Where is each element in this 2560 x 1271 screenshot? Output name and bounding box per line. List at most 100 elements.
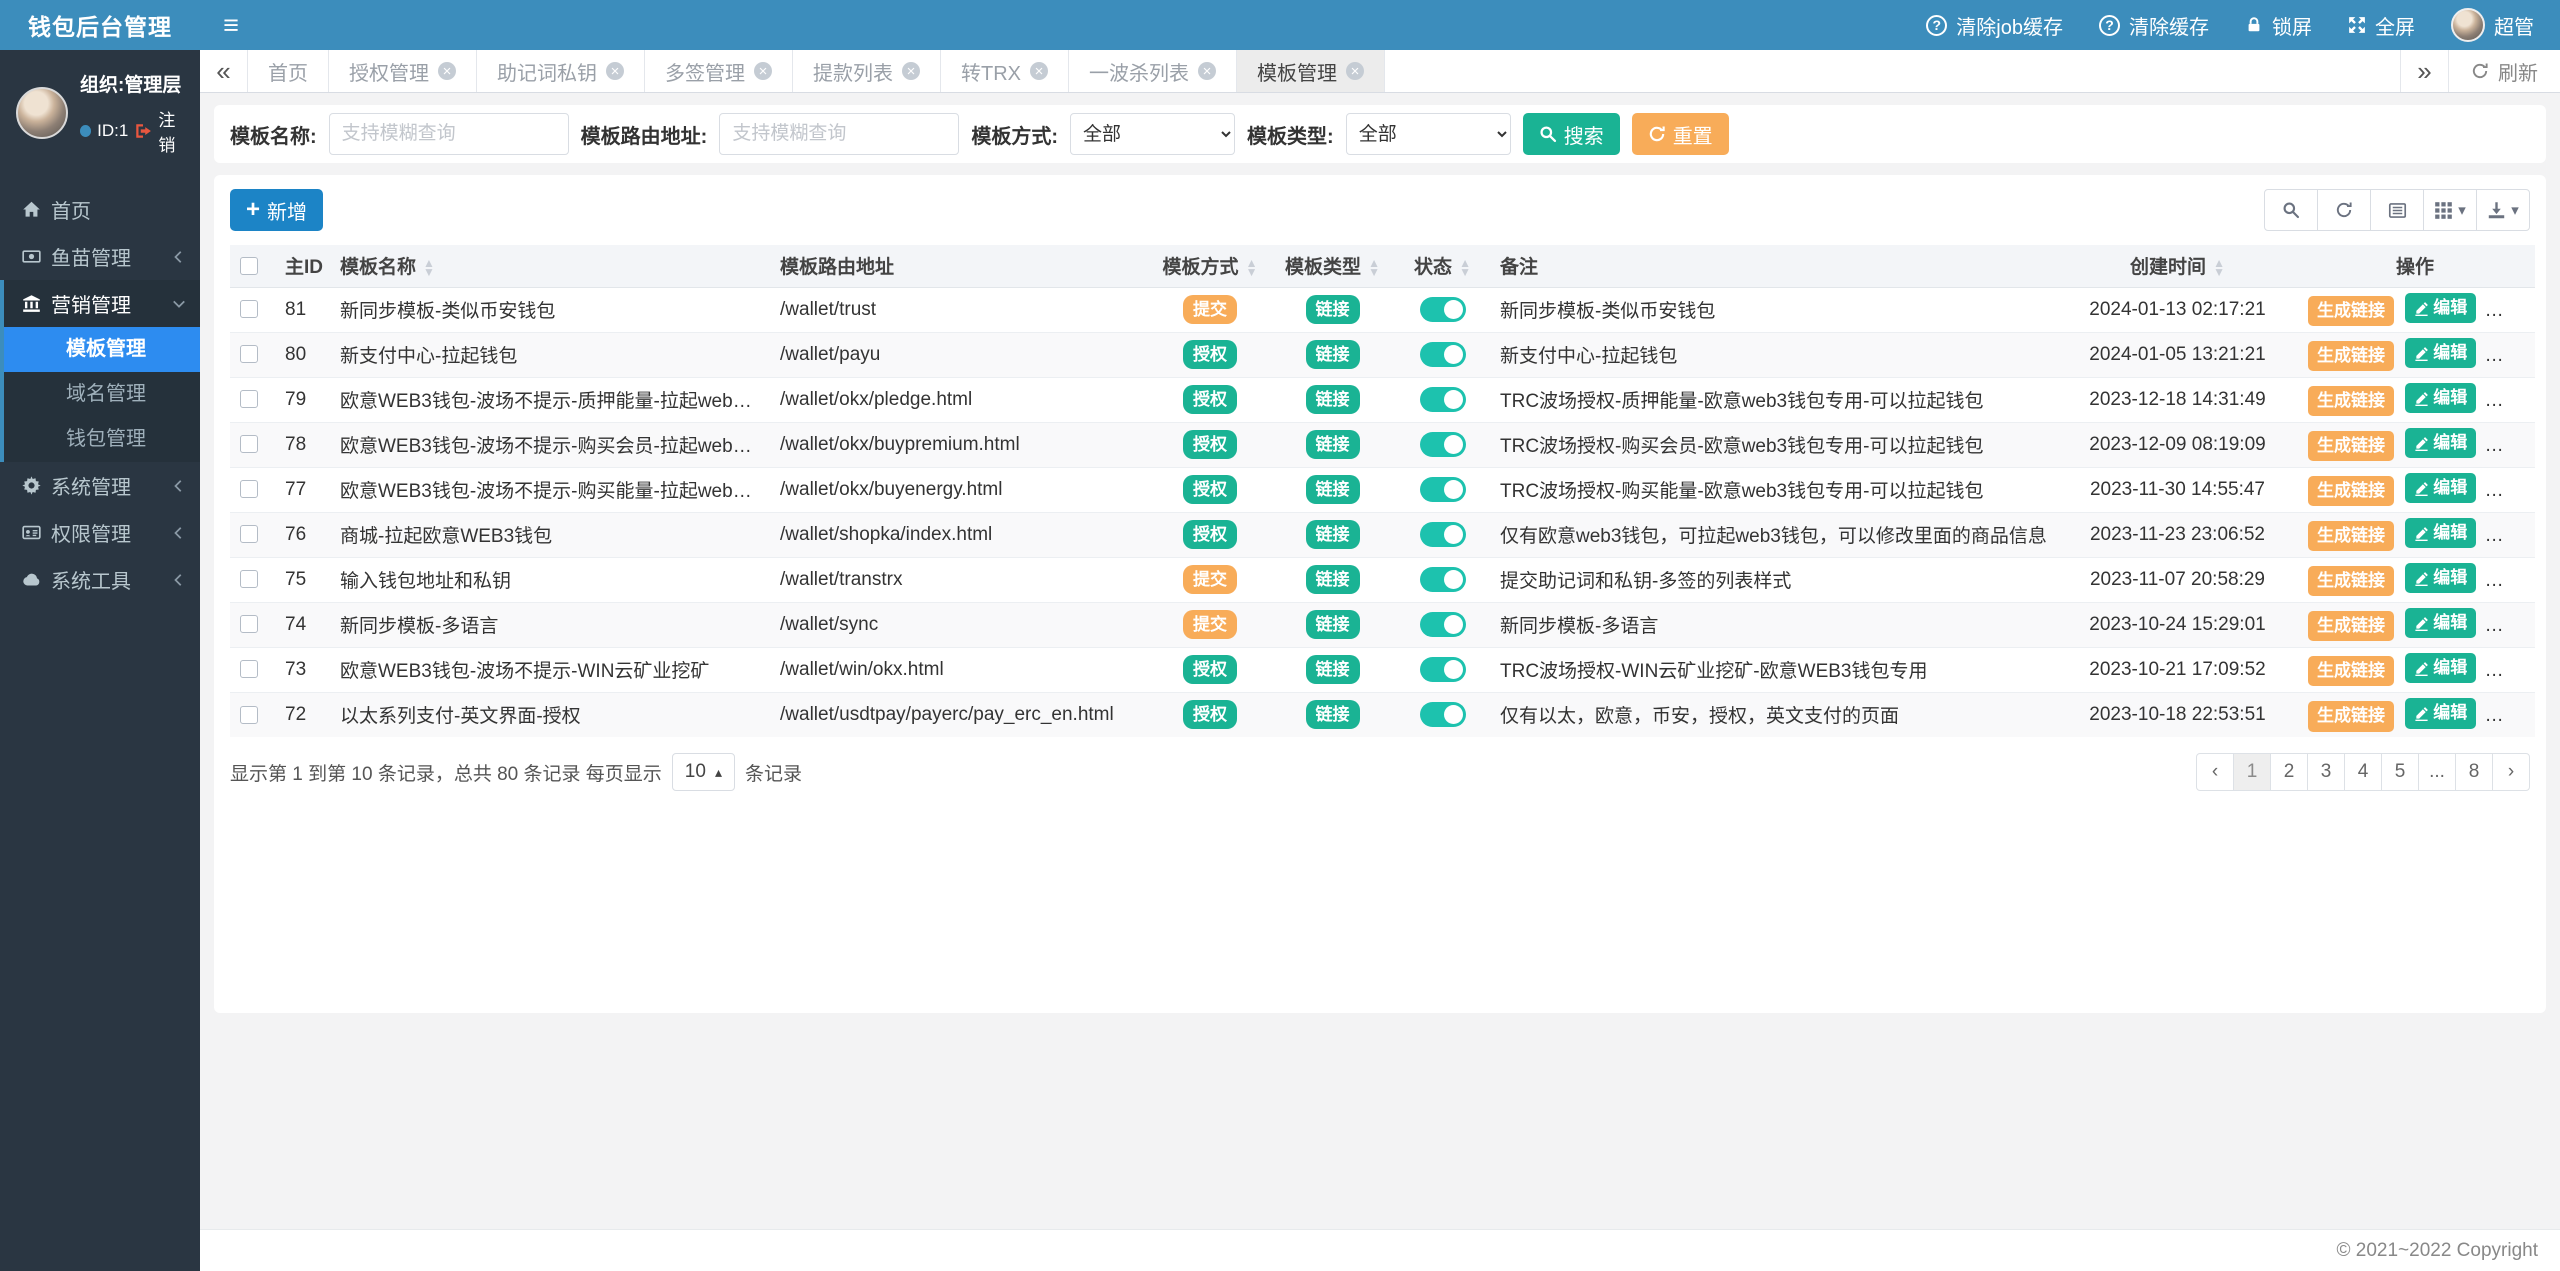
refresh-tool-button[interactable] <box>2317 189 2371 231</box>
column-header-status[interactable]: 状态 ▲ ▼ <box>1395 245 1490 288</box>
delete-button[interactable]: ×删除 <box>2487 340 2535 372</box>
sidebar-item-system[interactable]: 系统管理 <box>0 462 200 509</box>
template-type-select[interactable]: 全部 <box>1345 113 1511 155</box>
page-next[interactable]: › <box>2492 753 2530 791</box>
sidebar-subitem-wallet[interactable]: 钱包管理 <box>4 417 200 462</box>
generate-link-button[interactable]: 生成链接 <box>2308 610 2394 642</box>
page-prev[interactable]: ‹ <box>2196 753 2234 791</box>
delete-button[interactable]: ×删除 <box>2487 565 2535 597</box>
delete-button[interactable]: ×删除 <box>2487 385 2535 417</box>
row-checkbox[interactable] <box>240 570 258 589</box>
status-toggle[interactable] <box>1419 342 1466 367</box>
sidebar-item-fish[interactable]: 鱼苗管理 <box>0 233 200 280</box>
generate-link-button[interactable]: 生成链接 <box>2308 565 2394 597</box>
generate-link-button[interactable]: 生成链接 <box>2308 430 2394 462</box>
tab-close-icon[interactable]: × <box>754 62 772 80</box>
tab-template[interactable]: 模板管理 × <box>1237 50 1385 92</box>
edit-button[interactable]: 编辑 <box>2405 292 2477 324</box>
tab-close-icon[interactable]: × <box>438 62 456 80</box>
tab-close-icon[interactable]: × <box>1030 62 1048 80</box>
page-5[interactable]: 5 <box>2381 753 2419 791</box>
page-2[interactable]: 2 <box>2270 753 2308 791</box>
logout-link[interactable]: 注销 <box>158 106 190 156</box>
status-toggle[interactable] <box>1419 612 1466 637</box>
delete-button[interactable]: ×删除 <box>2487 610 2535 642</box>
delete-button[interactable]: ×删除 <box>2487 700 2535 732</box>
tab-refresh-button[interactable]: 刷新 <box>2448 50 2560 92</box>
select-all-checkbox[interactable] <box>240 256 258 275</box>
row-checkbox[interactable] <box>240 480 258 499</box>
clear-job-cache-button[interactable]: ? 清除job缓存 <box>1926 11 2063 40</box>
search-button[interactable]: 搜索 <box>1522 113 1620 155</box>
tab-close-icon[interactable]: × <box>606 62 624 80</box>
tab-multisig[interactable]: 多签管理 × <box>645 50 793 92</box>
sidebar-toggle-button[interactable]: ≡ <box>200 0 262 50</box>
tabs-scroll-right-icon[interactable]: » <box>2400 50 2448 92</box>
row-checkbox[interactable] <box>240 345 258 364</box>
edit-button[interactable]: 编辑 <box>2405 562 2477 594</box>
tabs-scroll-left-icon[interactable]: « <box>200 50 248 92</box>
edit-button[interactable]: 编辑 <box>2405 427 2477 459</box>
column-header-mode[interactable]: 模板方式 ▲ ▼ <box>1150 245 1270 288</box>
reset-button[interactable]: 重置 <box>1631 113 1729 155</box>
generate-link-button[interactable]: 生成链接 <box>2308 655 2394 687</box>
page-size-select[interactable]: 10 ▴ <box>671 753 735 791</box>
row-checkbox[interactable] <box>240 660 258 679</box>
toggle-view-tool-button[interactable] <box>2370 189 2424 231</box>
status-toggle[interactable] <box>1419 297 1466 322</box>
status-toggle[interactable] <box>1419 477 1466 502</box>
tab-yibosha[interactable]: 一波杀列表 × <box>1069 50 1237 92</box>
page-8[interactable]: 8 <box>2455 753 2493 791</box>
edit-button[interactable]: 编辑 <box>2405 607 2477 639</box>
row-checkbox[interactable] <box>240 615 258 634</box>
column-header-type[interactable]: 模板类型 ▲ ▼ <box>1270 245 1395 288</box>
status-toggle[interactable] <box>1419 657 1466 682</box>
template-name-input[interactable] <box>328 113 569 155</box>
tab-mnemonic[interactable]: 助记词私钥 × <box>477 50 645 92</box>
edit-button[interactable]: 编辑 <box>2405 382 2477 414</box>
row-checkbox[interactable] <box>240 525 258 544</box>
tab-trx[interactable]: 转TRX × <box>941 50 1069 92</box>
page-1[interactable]: 1 <box>2233 753 2271 791</box>
add-button[interactable]: + 新增 <box>230 189 324 231</box>
edit-button[interactable]: 编辑 <box>2405 517 2477 549</box>
tab-withdraw[interactable]: 提款列表 × <box>793 50 941 92</box>
row-checkbox[interactable] <box>240 300 258 319</box>
delete-button[interactable]: ×删除 <box>2487 655 2535 687</box>
status-toggle[interactable] <box>1419 567 1466 592</box>
generate-link-button[interactable]: 生成链接 <box>2308 340 2394 372</box>
page-3[interactable]: 3 <box>2307 753 2345 791</box>
edit-button[interactable]: 编辑 <box>2405 697 2477 729</box>
tab-close-icon[interactable]: × <box>1198 62 1216 80</box>
generate-link-button[interactable]: 生成链接 <box>2308 520 2394 552</box>
sidebar-item-home[interactable]: 首页 <box>0 186 200 233</box>
delete-button[interactable]: ×删除 <box>2487 520 2535 552</box>
template-route-input[interactable] <box>719 113 960 155</box>
search-tool-button[interactable] <box>2264 189 2318 231</box>
tab-auth[interactable]: 授权管理 × <box>329 50 477 92</box>
sidebar-subitem-domain[interactable]: 域名管理 <box>4 372 200 417</box>
delete-button[interactable]: ×删除 <box>2487 475 2535 507</box>
columns-tool-button[interactable]: ▾ <box>2423 189 2477 231</box>
generate-link-button[interactable]: 生成链接 <box>2308 700 2394 732</box>
status-toggle[interactable] <box>1419 522 1466 547</box>
status-toggle[interactable] <box>1419 702 1466 728</box>
user-menu[interactable]: 超管 <box>2451 8 2534 42</box>
status-toggle[interactable] <box>1419 387 1466 412</box>
edit-button[interactable]: 编辑 <box>2405 472 2477 504</box>
fullscreen-button[interactable]: 全屏 <box>2348 11 2415 40</box>
delete-button[interactable]: ×删除 <box>2487 295 2535 327</box>
status-toggle[interactable] <box>1419 432 1466 457</box>
tab-home[interactable]: 首页 <box>248 50 329 92</box>
row-checkbox[interactable] <box>240 390 258 409</box>
column-header-created[interactable]: 创建时间 ▲ ▼ <box>2060 245 2295 288</box>
sidebar-item-tools[interactable]: 系统工具 <box>0 556 200 603</box>
sidebar-item-permission[interactable]: 权限管理 <box>0 509 200 556</box>
page-4[interactable]: 4 <box>2344 753 2382 791</box>
edit-button[interactable]: 编辑 <box>2405 337 2477 369</box>
row-checkbox[interactable] <box>240 435 258 454</box>
export-tool-button[interactable]: ▾ <box>2476 189 2530 231</box>
lock-screen-button[interactable]: 锁屏 <box>2245 11 2312 40</box>
logout-icon[interactable] <box>134 122 152 140</box>
clear-cache-button[interactable]: ? 清除缓存 <box>2099 11 2209 40</box>
